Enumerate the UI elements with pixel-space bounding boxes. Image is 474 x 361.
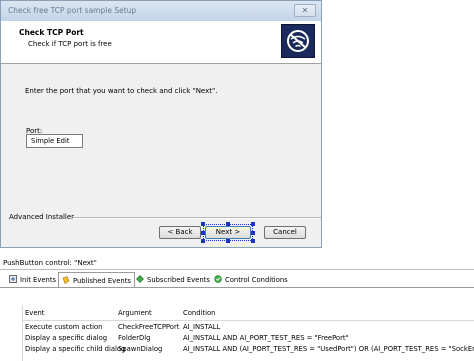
title-bar[interactable]: Check free TCP port sample Setup ✕ xyxy=(1,1,321,21)
tab-label: Published Events xyxy=(73,277,131,285)
tab-published-events[interactable]: Published Events xyxy=(58,272,135,287)
network-logo-icon xyxy=(281,24,315,58)
resize-handle[interactable] xyxy=(201,231,205,235)
header-divider xyxy=(22,320,474,321)
window-title: Check free TCP port sample Setup xyxy=(8,6,137,15)
resize-handle[interactable] xyxy=(251,222,255,226)
brand-divider xyxy=(73,217,321,219)
argument-cell: FolderDlg xyxy=(118,334,151,342)
close-button[interactable]: ✕ xyxy=(294,4,316,17)
resize-handle[interactable] xyxy=(226,239,230,243)
table-row[interactable]: Display a specific child dialog SpawnDia… xyxy=(22,345,474,356)
control-caption: PushButton control: "Next" xyxy=(3,259,97,267)
resize-handle[interactable] xyxy=(226,222,230,226)
event-cell: Display a specific child dialog xyxy=(25,345,126,353)
subscribed-events-icon xyxy=(136,275,144,283)
brand-label: Advanced Installer xyxy=(9,213,75,221)
event-cell: Execute custom action xyxy=(25,323,103,331)
init-events-icon xyxy=(9,275,17,283)
column-header-argument[interactable]: Argument xyxy=(118,309,152,317)
tab-control-conditions[interactable]: Control Conditions xyxy=(211,272,291,287)
back-button[interactable]: < Back xyxy=(159,226,201,239)
tab-label: Init Events xyxy=(20,276,57,284)
argument-cell: SpawnDialog xyxy=(118,345,163,353)
tab-label: Subscribed Events xyxy=(147,276,210,284)
resize-handle[interactable] xyxy=(201,222,205,226)
event-cell: Display a specific dialog xyxy=(25,334,108,342)
resize-handle[interactable] xyxy=(251,231,255,235)
cancel-button[interactable]: Cancel xyxy=(264,226,306,239)
dialog-title: Check TCP Port xyxy=(19,28,84,37)
table-row[interactable]: Execute custom action CheckFreeTCPPort A… xyxy=(22,323,474,334)
table-row[interactable]: Display a specific dialog FolderDlg AI_I… xyxy=(22,334,474,345)
tab-subscribed-events[interactable]: Subscribed Events xyxy=(133,272,213,287)
tabs-divider xyxy=(0,287,474,288)
setup-window: Check free TCP port sample Setup ✕ Check… xyxy=(0,0,322,248)
column-header-condition[interactable]: Condition xyxy=(183,309,215,317)
caption-divider xyxy=(0,269,474,270)
tab-label: Control Conditions xyxy=(225,276,288,284)
published-events-icon xyxy=(62,276,70,284)
next-button[interactable]: Next > xyxy=(205,226,251,239)
argument-cell: CheckFreeTCPPort xyxy=(118,323,180,331)
table-header: Event Argument Condition xyxy=(22,309,474,320)
instruction-text: Enter the port that you want to check an… xyxy=(25,87,218,95)
control-conditions-icon xyxy=(214,275,222,283)
properties-tabs: Init Events Published Events Subscribed … xyxy=(0,272,474,287)
tab-init-events[interactable]: Init Events xyxy=(6,272,59,287)
resize-handle[interactable] xyxy=(251,239,255,243)
column-header-event[interactable]: Event xyxy=(25,309,44,317)
condition-cell: AI_INSTALL AND AI_PORT_TEST_RES = "FreeP… xyxy=(183,334,349,342)
dialog-header: Check TCP Port Check if TCP port is free xyxy=(1,21,321,64)
port-input[interactable]: Simple Edit xyxy=(26,134,83,148)
condition-cell: AI_INSTALL xyxy=(183,323,221,331)
condition-cell: AI_INSTALL AND (AI_PORT_TEST_RES = "Used… xyxy=(183,345,474,353)
dialog-subtitle: Check if TCP port is free xyxy=(28,40,112,48)
resize-handle[interactable] xyxy=(201,239,205,243)
